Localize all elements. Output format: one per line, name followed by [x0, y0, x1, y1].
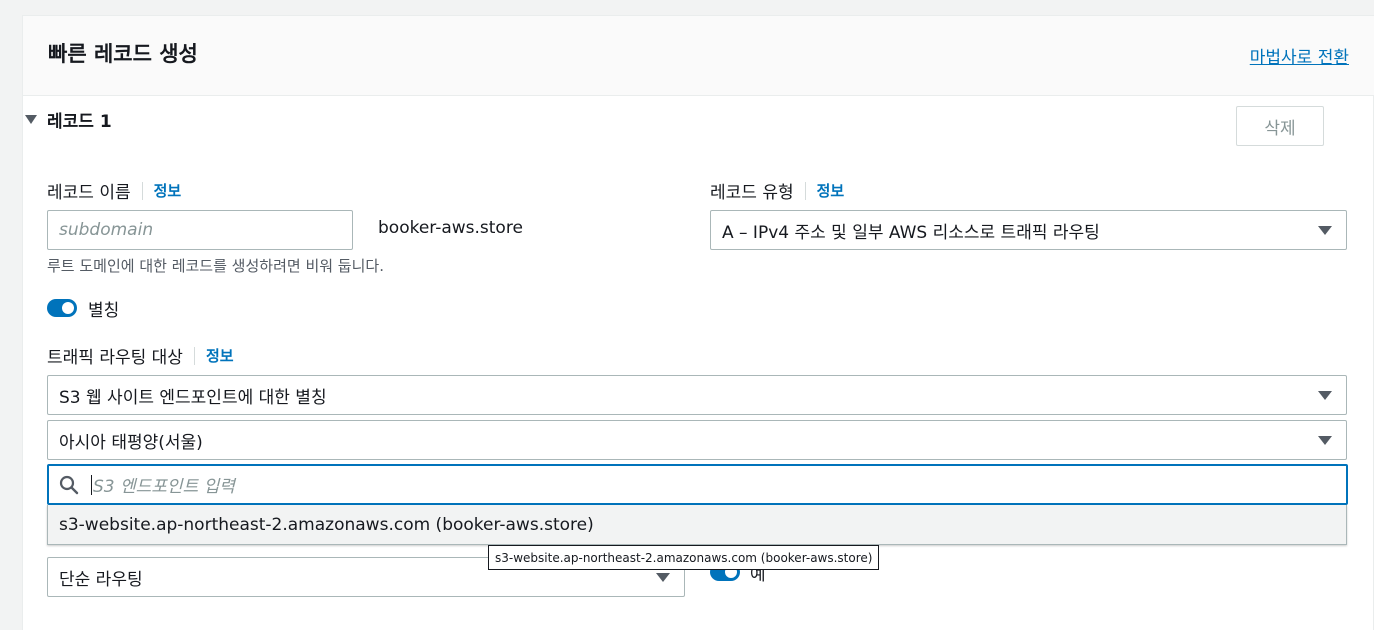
caret-down-icon — [1318, 436, 1332, 445]
endpoint-search-placeholder: S3 엔드포인트 입력 — [93, 477, 235, 497]
record-type-info-link[interactable]: 정보 — [817, 180, 845, 201]
caret-down-icon — [656, 573, 670, 582]
record-type-value: A – IPv4 주소 및 일부 AWS 리소스로 트래픽 라우팅 — [722, 222, 1100, 243]
record-name-placeholder: subdomain — [59, 220, 154, 240]
route-traffic-label: 트래픽 라우팅 대상 정보 — [47, 343, 234, 368]
endpoint-option-label: s3-website.ap-northeast-2.amazonaws.com … — [59, 514, 594, 535]
caret-down-icon — [1318, 226, 1332, 235]
alias-toggle[interactable] — [47, 299, 77, 317]
endpoint-search-input[interactable]: S3 엔드포인트 입력 — [47, 464, 1348, 505]
domain-suffix: booker-aws.store — [378, 218, 523, 238]
endpoint-tooltip: s3-website.ap-northeast-2.amazonaws.com … — [488, 545, 880, 570]
record-type-select[interactable]: A – IPv4 주소 및 일부 AWS 리소스로 트래픽 라우팅 — [710, 210, 1347, 250]
record-name-label: 레코드 이름 정보 — [47, 178, 181, 203]
caret-down-icon[interactable] — [25, 115, 37, 124]
record-title: 레코드 1 — [47, 112, 112, 132]
record-type-label-text: 레코드 유형 — [710, 183, 794, 203]
divider — [193, 346, 195, 365]
endpoint-type-select[interactable]: S3 웹 사이트 엔드포인트에 대한 별칭 — [47, 375, 1347, 415]
route-traffic-info-link[interactable]: 정보 — [206, 345, 234, 366]
routing-policy-value: 단순 라우팅 — [59, 569, 143, 590]
record-name-hint: 루트 도메인에 대한 레코드를 생성하려면 비워 둡니다. — [47, 257, 384, 275]
divider — [804, 181, 806, 200]
route-traffic-label-text: 트래픽 라우팅 대상 — [47, 348, 183, 368]
record-name-label-text: 레코드 이름 — [47, 183, 131, 203]
page-title: 빠른 레코드 생성 — [48, 42, 198, 66]
record-name-info-link[interactable]: 정보 — [154, 180, 182, 201]
caret-down-icon — [1318, 391, 1332, 400]
text-cursor — [91, 474, 92, 495]
record-section-header[interactable]: 레코드 1 — [25, 107, 112, 132]
region-select[interactable]: 아시아 태평양(서울) — [47, 420, 1347, 460]
toggle-knob — [62, 302, 74, 314]
record-name-input[interactable]: subdomain — [47, 210, 353, 250]
endpoint-type-value: S3 웹 사이트 엔드포인트에 대한 별칭 — [59, 387, 327, 408]
panel-header: 빠른 레코드 생성 마법사로 전환 — [23, 16, 1374, 96]
region-value: 아시아 태평양(서울) — [59, 432, 203, 453]
record-type-label: 레코드 유형 정보 — [710, 178, 844, 203]
divider — [141, 181, 143, 200]
endpoint-option[interactable]: s3-website.ap-northeast-2.amazonaws.com … — [47, 505, 1347, 545]
switch-to-wizard-link[interactable]: 마법사로 전환 — [1250, 43, 1349, 68]
delete-button[interactable]: 삭제 — [1236, 106, 1324, 146]
alias-label: 별칭 — [88, 301, 120, 321]
search-icon — [59, 475, 79, 494]
